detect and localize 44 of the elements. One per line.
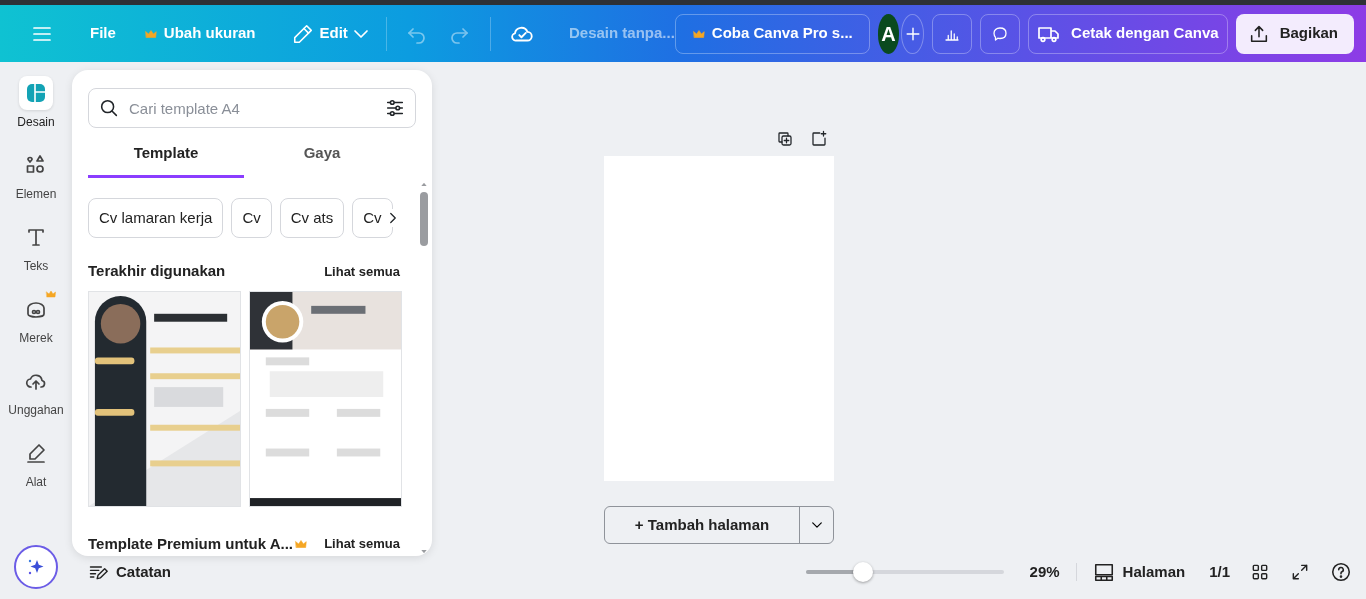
section-title: Template Premium untuk A... — [88, 533, 294, 554]
sidebar-item[interactable]: Alat — [19, 436, 53, 491]
see-all-link[interactable]: Lihat semua — [324, 261, 400, 281]
help-icon[interactable] — [1330, 561, 1352, 583]
scroll-up-icon[interactable] — [420, 180, 428, 188]
insights-button[interactable] — [932, 13, 973, 54]
pencil-icon — [291, 22, 314, 45]
section-title: Terakhir digunakan — [88, 261, 226, 281]
add-page-icon[interactable] — [810, 130, 828, 148]
sidebar-item[interactable]: Merek — [19, 292, 53, 347]
layout-icon — [24, 81, 48, 105]
page-count: 1/1 — [1209, 561, 1230, 582]
chevron-down-icon — [353, 29, 368, 38]
print-button[interactable]: Cetak dengan Canva — [1028, 13, 1228, 54]
search-field[interactable]: Cari template A4 — [88, 88, 416, 128]
scroll-down-icon[interactable] — [420, 548, 428, 556]
try-pro-button[interactable]: Coba Canva Pro s... — [674, 13, 870, 54]
scrollbar-thumb[interactable] — [420, 192, 428, 246]
pen-icon — [24, 441, 48, 465]
pages-icon — [1092, 561, 1115, 583]
suggestion-chip[interactable]: Cv lamaran kerja — [88, 197, 224, 238]
suggestion-chip[interactable]: Cv ats — [279, 197, 345, 238]
search-icon — [98, 97, 120, 119]
sidebar-item[interactable]: Elemen — [15, 148, 57, 203]
sidebar-item[interactable]: Teks — [19, 220, 53, 275]
panel-tab[interactable]: Gaya — [244, 128, 400, 178]
zoom-reading: 29% — [1029, 561, 1060, 582]
suggestion-chip[interactable]: Cv — [231, 197, 272, 238]
fullscreen-icon[interactable] — [1290, 562, 1310, 582]
notes-button[interactable]: Catatan — [88, 560, 171, 584]
share-button[interactable]: Bagikan — [1235, 13, 1354, 54]
pages-button[interactable]: Halaman — [1092, 560, 1186, 584]
suggestion-chip[interactable]: Cv — [352, 197, 393, 238]
comment-button[interactable] — [980, 13, 1021, 54]
zoom-slider[interactable] — [805, 562, 1004, 582]
filter-icon[interactable] — [384, 97, 406, 119]
duplicate-icon[interactable] — [776, 130, 794, 148]
magic-button[interactable] — [14, 545, 58, 589]
see-all-link[interactable]: Lihat semua — [324, 534, 400, 554]
sidebar-item[interactable]: Unggahan — [8, 364, 64, 419]
user-avatar[interactable]: A — [877, 13, 900, 54]
panel-tab[interactable]: Template — [88, 128, 244, 178]
grid-view-icon[interactable] — [1250, 562, 1270, 582]
chevron-down-icon — [811, 522, 822, 528]
